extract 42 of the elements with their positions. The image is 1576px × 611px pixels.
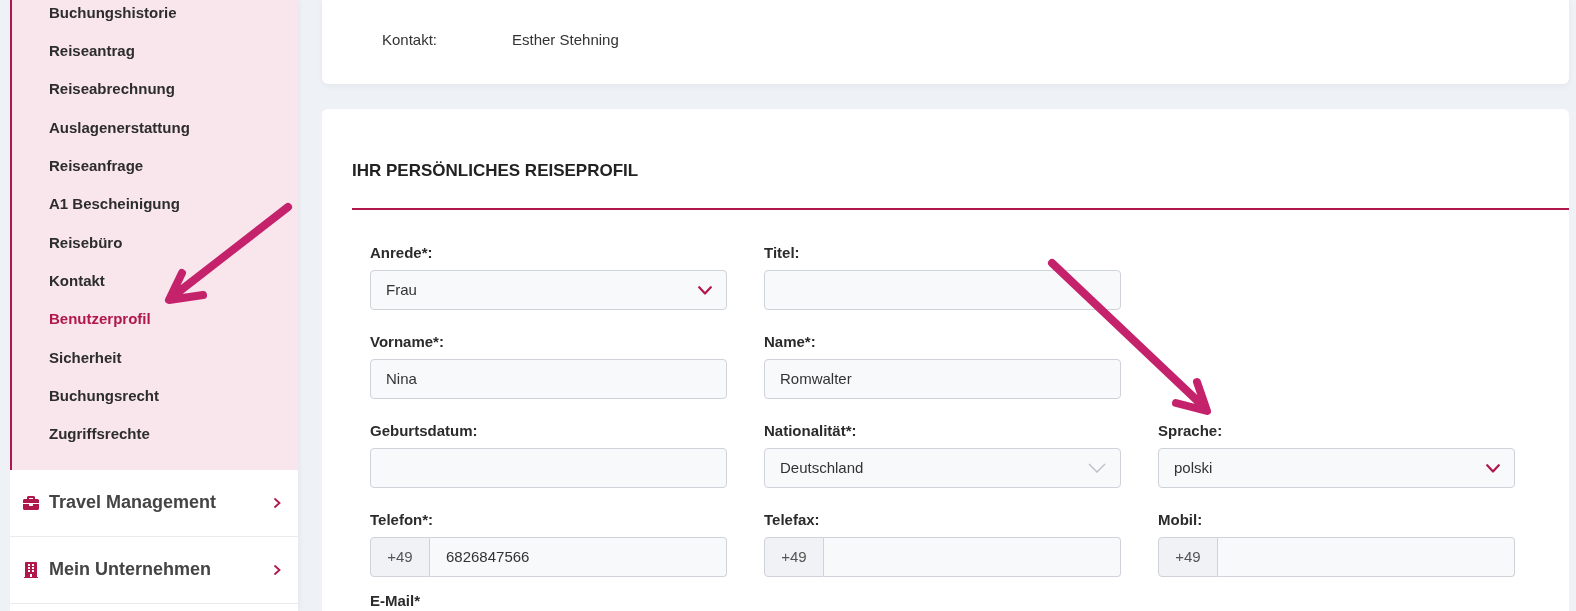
submenu-link[interactable]: Auslagenerstattung [49,116,190,140]
country-code-addon: +49 [370,537,430,577]
submenu-link[interactable]: Sicherheit [49,346,122,370]
input-field[interactable]: Romwalter [764,359,1121,399]
select-field[interactable]: Frau [370,270,727,310]
field-label: Titel: [764,243,800,263]
contact-label: Kontakt: [382,29,439,50]
submenu-link[interactable]: Benutzerprofil [49,308,151,331]
sidebar-section-item[interactable]: Travel Management [10,469,298,537]
phone-input-field[interactable]: 6826847566 [430,537,727,577]
input-field[interactable] [764,270,1121,310]
field-label: Nationalität*: [764,421,857,441]
field-label: Vorname*: [370,332,444,352]
input-field[interactable] [370,448,727,488]
submenu-link[interactable]: Reiseanfrage [49,155,144,178]
field-label: Geburtsdatum: [370,421,478,441]
phone-input-field[interactable] [824,537,1121,577]
submenu-link[interactable]: A1 Bescheinigung [49,193,180,216]
submenu-link[interactable]: Reisebüro [49,231,123,255]
field-label: Name*: [764,332,816,352]
submenu-link[interactable]: Buchungshistorie [49,1,177,25]
field-label: Mobil: [1158,510,1203,530]
field-label: E-Mail* [370,591,420,611]
field-label: Sprache: [1158,421,1223,441]
phone-input-field[interactable] [1218,537,1515,577]
submenu-link[interactable]: Reiseabrechnung [49,78,175,101]
section-title: IHR PERSÖNLICHES REISEPROFIL [351,160,640,182]
field-label: Telefax: [764,510,820,530]
field-label: Anrede*: [370,243,433,263]
select-field[interactable]: polski [1158,448,1515,488]
submenu-link[interactable]: Kontakt [49,269,105,293]
briefcase-icon [23,494,39,511]
submenu-link[interactable]: Reiseantrag [49,40,135,63]
building-icon [23,561,39,578]
country-code-addon: +49 [1158,537,1218,577]
field-label: Telefon*: [370,510,434,530]
country-code-addon: +49 [764,537,824,577]
submenu-link[interactable]: Buchungsrecht [49,384,159,408]
input-field[interactable]: Nina [370,359,727,399]
contact-name: Esther Stehning [512,29,619,50]
sidebar-section-item[interactable]: Mein Unternehmen [10,536,298,604]
submenu-link[interactable]: Zugriffsrechte [49,423,150,446]
